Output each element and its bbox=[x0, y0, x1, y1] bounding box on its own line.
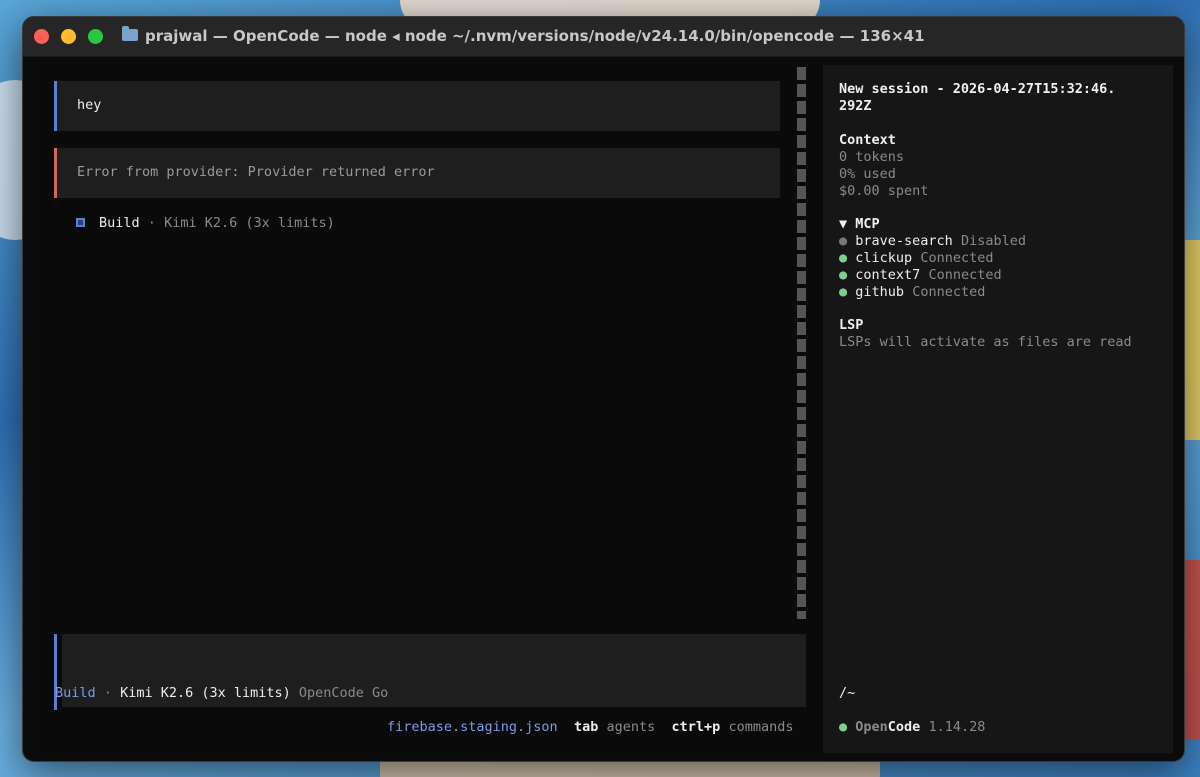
mcp-server-name: clickup bbox=[855, 250, 913, 266]
context-heading: Context bbox=[839, 132, 896, 148]
input-separator: · bbox=[103, 685, 112, 701]
build-model: Kimi K2.6 (3x limits) bbox=[164, 215, 335, 231]
input-provider: OpenCode Go bbox=[298, 685, 389, 701]
app-version-number: 1.14.28 bbox=[928, 719, 986, 735]
terminal-window: prajwal — OpenCode — node ◂ node ~/.nvm/… bbox=[22, 16, 1185, 762]
build-separator: · bbox=[147, 215, 156, 231]
mcp-server-item: ● brave-search Disabled bbox=[839, 233, 1026, 249]
session-sidebar: New session - 2026-04-27T15:32:46. 292Z … bbox=[823, 65, 1173, 753]
footer-cmd-label: commands bbox=[728, 719, 794, 735]
mcp-server-item: ● context7 Connected bbox=[839, 267, 1002, 283]
app-name-open: Open bbox=[855, 719, 888, 735]
mcp-server-status: Connected bbox=[912, 284, 986, 300]
status-dot-icon: ● bbox=[839, 250, 848, 266]
terminal-content[interactable]: hey Error from provider: Provider return… bbox=[35, 65, 1173, 753]
mcp-server-status: Disabled bbox=[960, 233, 1026, 249]
session-title: New session - 2026-04-27T15:32:46. bbox=[839, 81, 1116, 97]
prompt-input-bottom bbox=[62, 702, 806, 707]
input-agent-status: Build · Kimi K2.6 (3x limits) OpenCode G… bbox=[55, 685, 388, 701]
session-title-cont: 292Z bbox=[839, 98, 872, 114]
input-model[interactable]: Kimi K2.6 (3x limits) bbox=[120, 685, 291, 701]
error-message: Error from provider: Provider returned e… bbox=[54, 148, 780, 198]
input-agent[interactable]: Build bbox=[55, 685, 96, 701]
working-directory: /~ bbox=[839, 685, 856, 701]
footer-cmd-key[interactable]: ctrl+p bbox=[672, 719, 721, 735]
app-version: ● OpenCode 1.14.28 bbox=[839, 719, 985, 735]
status-dot-icon: ● bbox=[839, 284, 848, 300]
status-dot-icon: ● bbox=[839, 267, 848, 283]
zoom-button[interactable] bbox=[88, 29, 103, 44]
mcp-heading[interactable]: ▼ MCP bbox=[839, 216, 880, 232]
lsp-text: LSPs will activate as files are read bbox=[839, 334, 1132, 350]
user-message-text: hey bbox=[77, 97, 102, 113]
mcp-server-item: ● clickup Connected bbox=[839, 250, 993, 266]
footer-tab-label: agents bbox=[606, 719, 656, 735]
context-used: 0% used bbox=[839, 166, 896, 182]
title-bar[interactable]: prajwal — OpenCode — node ◂ node ~/.nvm/… bbox=[23, 17, 1184, 57]
agent-square-icon bbox=[76, 218, 85, 227]
close-button[interactable] bbox=[34, 29, 49, 44]
status-dot-icon: ● bbox=[839, 719, 848, 735]
status-dot-icon: ● bbox=[839, 233, 848, 249]
mcp-server-item: ● github Connected bbox=[839, 284, 985, 300]
footer-bar: firebase.staging.json tab agents ctrl+p … bbox=[387, 719, 793, 735]
lsp-heading: LSP bbox=[839, 317, 864, 333]
build-status: Build · Kimi K2.6 (3x limits) bbox=[76, 215, 335, 231]
error-message-text: Error from provider: Provider returned e… bbox=[77, 164, 435, 180]
context-spent: $0.00 spent bbox=[839, 183, 929, 199]
mcp-server-name: brave-search bbox=[855, 233, 953, 249]
mcp-server-status: Connected bbox=[928, 267, 1002, 283]
user-message: hey bbox=[54, 81, 780, 131]
chat-scrollbar[interactable] bbox=[797, 67, 806, 619]
folder-icon bbox=[122, 26, 138, 41]
app-name-code: Code bbox=[887, 719, 921, 735]
mcp-server-name: github bbox=[855, 284, 905, 300]
context-tokens: 0 tokens bbox=[839, 149, 905, 165]
footer-tab-key[interactable]: tab bbox=[574, 719, 598, 735]
footer-file: firebase.staging.json bbox=[387, 719, 558, 735]
build-agent: Build bbox=[99, 215, 140, 231]
mcp-server-name: context7 bbox=[855, 267, 921, 283]
window-title: prajwal — OpenCode — node ◂ node ~/.nvm/… bbox=[145, 27, 925, 45]
minimize-button[interactable] bbox=[61, 29, 76, 44]
mcp-server-status: Connected bbox=[920, 250, 994, 266]
